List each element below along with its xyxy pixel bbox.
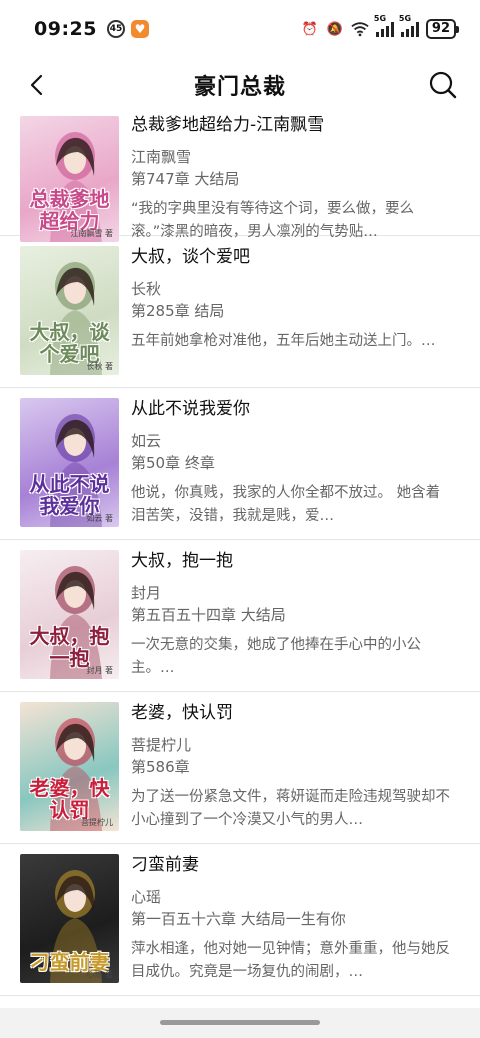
cover-title: 总裁爹地超给力 bbox=[29, 187, 110, 233]
navigation-bar bbox=[0, 1008, 480, 1038]
book-list-item[interactable]: 大叔，抱一抱 封月 著 大叔，抱一抱 封月 第五百五十四章 大结局 一次无意的交… bbox=[0, 540, 480, 692]
cover-title: 大叔，谈个爱吧 bbox=[29, 320, 110, 366]
book-list-item[interactable]: 大叔，谈个爱吧 长秋 著 大叔，谈个爱吧 长秋 第285章 结局 五年前她拿枪对… bbox=[0, 236, 480, 388]
home-indicator[interactable] bbox=[160, 1020, 320, 1025]
search-icon bbox=[429, 71, 457, 99]
book-description: 五年前她拿枪对准他，五年后她主动送上门。… bbox=[131, 333, 436, 349]
page-title: 豪门总裁 bbox=[193, 75, 286, 100]
book-title[interactable]: 刁蛮前妻 bbox=[131, 852, 450, 878]
book-list-item[interactable]: 老婆，快认罚 菩提柠儿 老婆，快认罚 菩提柠儿 第586章 为了送一份紧急文件，… bbox=[0, 692, 480, 844]
book-info: 大叔，抱一抱 封月 第五百五十四章 大结局 一次无意的交集，她成了他捧在手心中的… bbox=[131, 548, 450, 680]
chevron-left-icon bbox=[30, 74, 43, 96]
book-chapter: 第一百五十六章 大结局一生有你 bbox=[131, 910, 346, 928]
book-cover[interactable]: 从此不说我爱你 如云 著 bbox=[20, 398, 119, 527]
cover-author: 长秋 著 bbox=[86, 362, 113, 371]
battery-indicator: 92 bbox=[425, 19, 460, 39]
book-list-item[interactable]: 刁蛮前妻 心瑶 著 刁蛮前妻 心瑶 第一百五十六章 大结局一生有你 萍水相逢，他… bbox=[0, 844, 480, 996]
back-button[interactable] bbox=[22, 70, 52, 100]
book-info: 老婆，快认罚 菩提柠儿 第586章 为了送一份紧急文件，蒋妍诞而走险违规驾驶却不… bbox=[131, 700, 450, 832]
book-title[interactable]: 老婆，快认罚 bbox=[131, 700, 450, 726]
book-info: 大叔，谈个爱吧 长秋 第285章 结局 五年前她拿枪对准他，五年后她主动送上门。… bbox=[131, 244, 450, 376]
book-title[interactable]: 大叔，抱一抱 bbox=[131, 548, 450, 574]
cover-author: 封月 著 bbox=[86, 666, 113, 675]
book-list-item[interactable]: 从此不说我爱你 如云 著 从此不说我爱你 如云 第50章 终章 他说，你真贱，我… bbox=[0, 388, 480, 540]
book-title[interactable]: 总裁爹地超给力-江南飘雪 bbox=[131, 112, 450, 138]
book-list: 总裁爹地超给力 江南飘雪 著 总裁爹地超给力-江南飘雪 江南飘雪 第747章 大… bbox=[0, 112, 480, 996]
app-notification-icon: ♥ bbox=[130, 20, 149, 38]
book-cover[interactable]: 大叔，谈个爱吧 长秋 著 bbox=[20, 246, 119, 375]
book-info: 刁蛮前妻 心瑶 第一百五十六章 大结局一生有你 萍水相逢，他对她一见钟情；意外重… bbox=[131, 852, 450, 984]
alarm-icon: ⏰ bbox=[301, 21, 318, 37]
wifi-icon bbox=[351, 20, 369, 38]
book-chapter: 第五百五十四章 大结局 bbox=[131, 606, 286, 624]
book-chapter: 第747章 大结局 bbox=[131, 170, 240, 188]
book-author: 封月 bbox=[131, 584, 162, 602]
book-description: 为了送一份紧急文件，蒋妍诞而走险违规驾驶却不小心撞到了一个冷漠又小气的男人… bbox=[131, 789, 450, 828]
book-author: 心瑶 bbox=[131, 888, 162, 906]
mute-icon: 🔕 bbox=[326, 21, 343, 37]
cover-author: 心瑶 著 bbox=[86, 970, 113, 979]
cell-signal-icon-2: 5G bbox=[399, 14, 419, 37]
cell-signal-icon: 5G bbox=[374, 14, 394, 37]
book-info: 总裁爹地超给力-江南飘雪 江南飘雪 第747章 大结局 “我的字典里没有等待这个… bbox=[131, 112, 450, 244]
book-cover[interactable]: 大叔，抱一抱 封月 著 bbox=[20, 550, 119, 679]
search-button[interactable] bbox=[428, 70, 458, 100]
book-description: 他说，你真贱，我家的人你全都不放过。 她含着泪苦笑，没错，我就是贱，爱… bbox=[131, 485, 441, 524]
book-author: 菩提柠儿 bbox=[131, 736, 192, 754]
book-title[interactable]: 从此不说我爱你 bbox=[131, 396, 450, 422]
book-description: 一次无意的交集，她成了他捧在手心中的小公主。… bbox=[131, 637, 421, 676]
book-chapter: 第50章 终章 bbox=[131, 454, 215, 472]
data-saver-icon: 45 bbox=[106, 20, 125, 38]
status-bar: 09:25 45 ♥ ⏰ 🔕 5G 5G 92 bbox=[0, 0, 480, 58]
book-chapter: 第285章 结局 bbox=[131, 302, 225, 320]
book-author: 长秋 bbox=[131, 280, 162, 298]
book-cover[interactable]: 总裁爹地超给力 江南飘雪 著 bbox=[20, 116, 119, 242]
book-list-item[interactable]: 总裁爹地超给力 江南飘雪 著 总裁爹地超给力-江南飘雪 江南飘雪 第747章 大… bbox=[0, 112, 480, 242]
book-author: 江南飘雪 bbox=[131, 148, 192, 166]
book-title[interactable]: 大叔，谈个爱吧 bbox=[131, 244, 450, 270]
status-time: 09:25 bbox=[34, 18, 97, 40]
cover-title: 从此不说我爱你 bbox=[29, 472, 110, 518]
book-cover[interactable]: 老婆，快认罚 菩提柠儿 bbox=[20, 702, 119, 831]
book-chapter: 第586章 bbox=[131, 758, 190, 776]
book-info: 从此不说我爱你 如云 第50章 终章 他说，你真贱，我家的人你全都不放过。 她含… bbox=[131, 396, 450, 528]
cover-title: 大叔，抱一抱 bbox=[29, 624, 110, 670]
header: 豪门总裁 bbox=[0, 58, 480, 112]
book-author: 如云 bbox=[131, 432, 162, 450]
book-cover[interactable]: 刁蛮前妻 心瑶 著 bbox=[20, 854, 119, 983]
book-description: 萍水相逢，他对她一见钟情；意外重重，他与她反目成仇。究竟是一场复仇的闹剧，… bbox=[131, 941, 450, 980]
cover-author: 菩提柠儿 bbox=[81, 818, 113, 827]
cover-author: 如云 著 bbox=[86, 514, 113, 523]
cover-title: 老婆，快认罚 bbox=[29, 776, 110, 822]
